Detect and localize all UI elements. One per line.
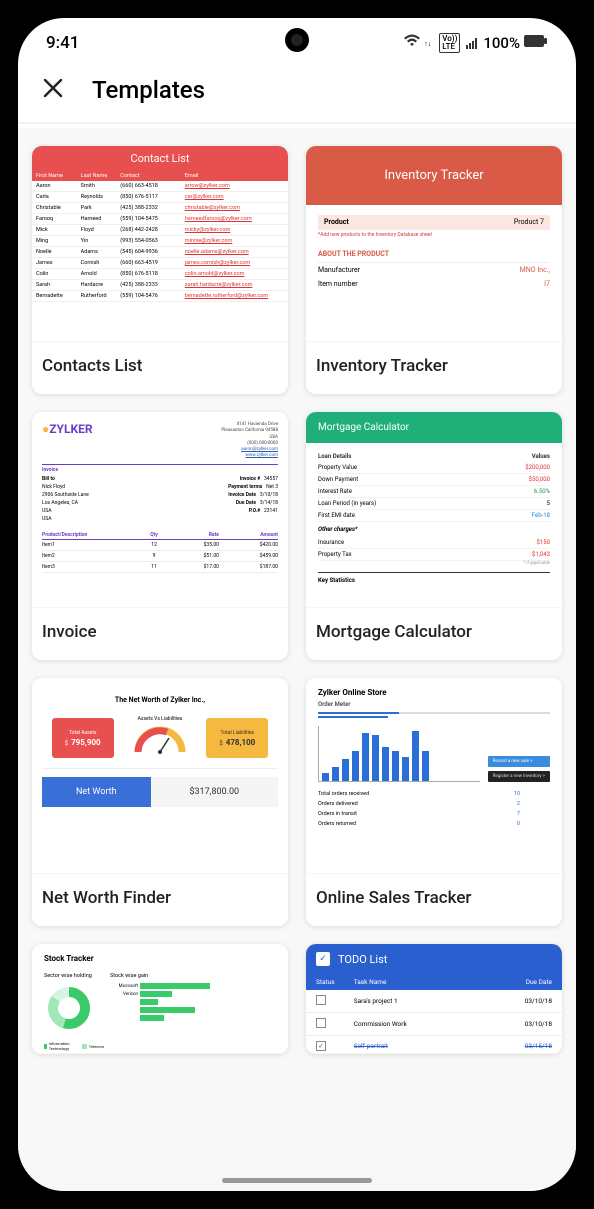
- template-name: Contacts List: [32, 342, 288, 394]
- thumbnail: Mortgage Calculator Loan DetailsValues P…: [306, 412, 562, 608]
- thumbnail: Stock Tracker Sector wise holding: [32, 944, 288, 1054]
- signal-icon: [466, 37, 477, 49]
- thumbnail: Inventory Tracker ProductProduct 7 *Add …: [306, 146, 562, 342]
- record-sale-button: Record a new sale >: [488, 756, 550, 767]
- thumbnail: ✓ TODO List Status Task Name Due Date Sa…: [306, 944, 562, 1054]
- bar-chart: [318, 726, 480, 782]
- template-card-todo-list[interactable]: ✓ TODO List Status Task Name Due Date Sa…: [306, 944, 562, 1054]
- templates-scroll[interactable]: Contact List First Name Last Name Contac…: [18, 128, 576, 1191]
- thumbnail: Contact List First Name Last Name Contac…: [32, 146, 288, 342]
- template-card-online-sales-tracker[interactable]: Zylker Online Store Order Meter: [306, 678, 562, 926]
- clipboard-icon: ✓: [316, 952, 330, 966]
- status-indicators: ↑↓ Vo))LTE 100%: [403, 33, 548, 53]
- template-name: Net Worth Finder: [32, 874, 288, 926]
- register-inventory-button: Register a new Inventory >: [488, 771, 550, 782]
- donut-chart-icon: [44, 983, 94, 1033]
- thumbnail: The Net Worth of Zylker Inc., Total Asse…: [32, 678, 288, 874]
- divider: [18, 122, 576, 124]
- template-card-inventory-tracker[interactable]: Inventory Tracker ProductProduct 7 *Add …: [306, 146, 562, 394]
- template-name: Online Sales Tracker: [306, 874, 562, 926]
- template-card-contacts-list[interactable]: Contact List First Name Last Name Contac…: [32, 146, 288, 394]
- template-card-invoice[interactable]: ●ZYLKER 4141 Hacienda Drive Pleasanton C…: [32, 412, 288, 660]
- close-icon[interactable]: [42, 77, 64, 104]
- battery-pct: 100%: [483, 34, 520, 52]
- template-name: Invoice: [32, 608, 288, 660]
- battery-icon: [524, 34, 548, 52]
- template-card-net-worth-finder[interactable]: The Net Worth of Zylker Inc., Total Asse…: [32, 678, 288, 926]
- template-name: Inventory Tracker: [306, 342, 562, 394]
- gauge-icon: [133, 722, 187, 756]
- page-title: Templates: [92, 76, 205, 104]
- thumbnail: Zylker Online Store Order Meter: [306, 678, 562, 874]
- wifi-icon: ↑↓: [403, 34, 431, 52]
- template-card-stock-tracker[interactable]: Stock Tracker Sector wise holding: [32, 944, 288, 1054]
- home-indicator[interactable]: [222, 1178, 372, 1183]
- template-name: Mortgage Calculator: [306, 608, 562, 660]
- template-card-mortgage-calculator[interactable]: Mortgage Calculator Loan DetailsValues P…: [306, 412, 562, 660]
- header: Templates: [18, 60, 576, 122]
- thumbnail: ●ZYLKER 4141 Hacienda Drive Pleasanton C…: [32, 412, 288, 608]
- status-time: 9:41: [46, 33, 79, 53]
- zylker-logo: ●ZYLKER: [42, 422, 93, 460]
- lte-icon: Vo))LTE: [439, 33, 460, 53]
